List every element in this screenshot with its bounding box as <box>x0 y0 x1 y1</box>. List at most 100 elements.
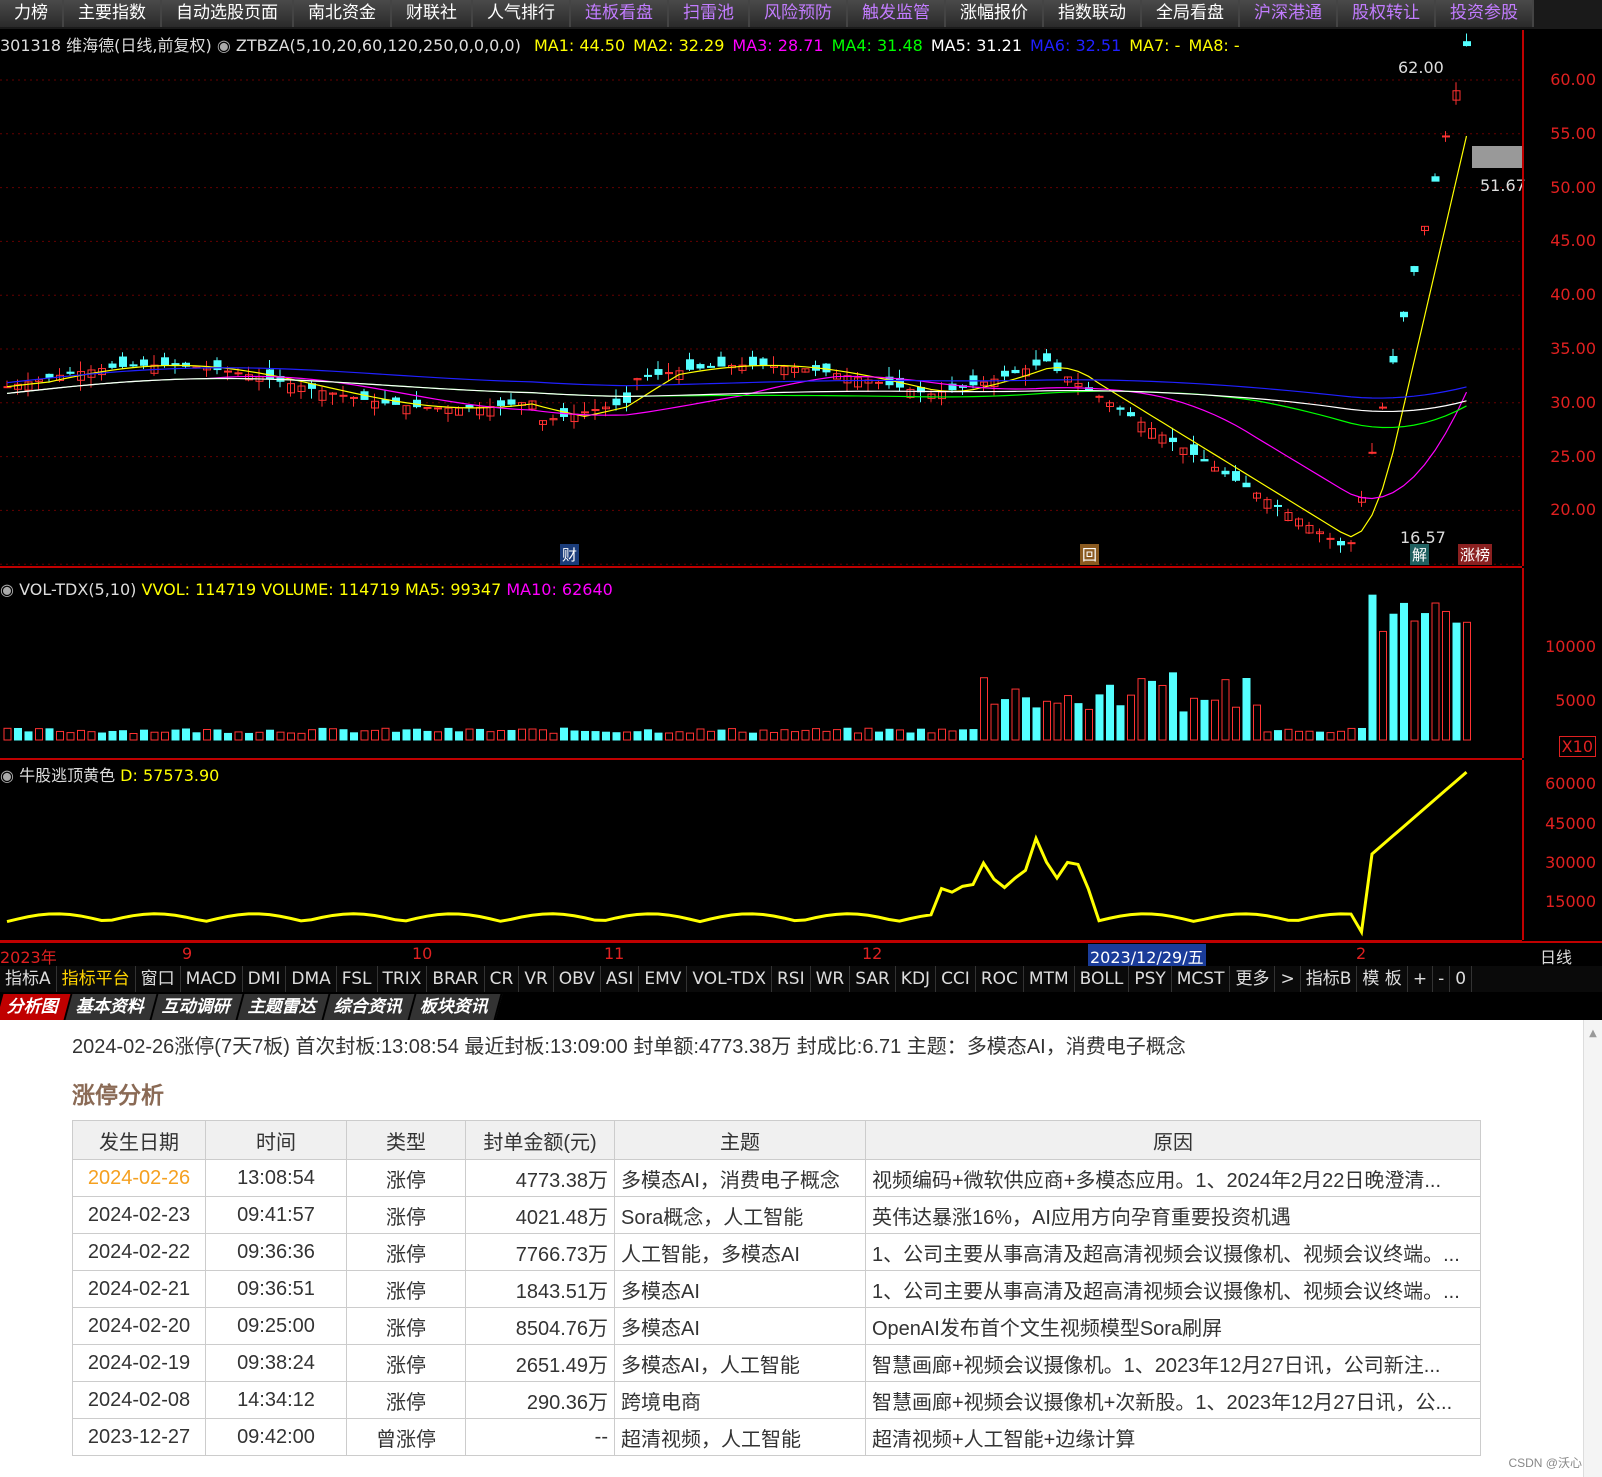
kline-chart[interactable] <box>0 30 1522 566</box>
indicator-tab[interactable]: KDJ <box>896 966 937 992</box>
indicator-tab[interactable]: CCI <box>936 966 976 992</box>
bottom-tab[interactable]: 综合资讯 <box>323 994 417 1020</box>
volume-bar <box>339 729 348 741</box>
indicator-tab[interactable]: VR <box>519 966 554 992</box>
table-row[interactable]: 2024-02-22 09:36:36 涨停 7766.73万 人工智能，多模态AI 1、… <box>72 1233 1481 1271</box>
table-header[interactable]: 封单金额(元) <box>465 1120 615 1160</box>
top-tab[interactable]: 全局看盘 <box>1142 0 1240 27</box>
indicator-tab[interactable]: DMA <box>286 966 337 992</box>
indicator-tab[interactable]: BOLL <box>1075 966 1130 992</box>
table-cell: 13:08:54 <box>205 1159 347 1197</box>
top-tab[interactable]: 风险预防 <box>750 0 848 27</box>
volume-bar <box>1326 732 1335 741</box>
table-row[interactable]: 2024-02-21 09:36:51 涨停 1843.51万 多模态AI 1、公司主要从… <box>72 1270 1481 1308</box>
indicator-tab-bar: 指标A 指标平台 窗口 MACD DMI DMA FSL TRIX BRAR CR VR OBV ASI… <box>0 966 1602 992</box>
table-row[interactable]: 2024-02-20 09:25:00 涨停 8504.76万 多模态AI OpenAI发… <box>72 1307 1481 1345</box>
period-label[interactable]: 日线 <box>1540 944 1572 968</box>
indicator-tab[interactable]: VOL-TDX <box>687 966 772 992</box>
table-header[interactable]: 原因 <box>865 1120 1481 1160</box>
bottom-tab[interactable]: 互动调研 <box>151 994 245 1020</box>
indicator-tab[interactable]: > <box>1275 966 1301 992</box>
limit-up-summary: 2024-02-26涨停(7天7板) 首次封板:13:08:54 最近封板:13… <box>72 1036 1186 1058</box>
indicator-tab[interactable]: 0 <box>1450 966 1473 992</box>
indicator-tab[interactable]: 指标平台 <box>57 966 136 992</box>
candle-body <box>224 370 232 373</box>
date-label: 11 <box>604 944 625 963</box>
top-tab[interactable]: 沪深港通 <box>1240 0 1338 27</box>
date-label: 12 <box>862 944 883 963</box>
indicator-tab[interactable]: + <box>1408 966 1434 992</box>
top-tab[interactable]: 涨幅报价 <box>946 0 1044 27</box>
candle-body <box>1053 362 1062 372</box>
table-header[interactable]: 发生日期 <box>72 1120 206 1160</box>
indicator-tab[interactable]: 更多 <box>1230 966 1276 992</box>
indicator-tab[interactable]: ASI <box>601 966 640 992</box>
top-tab[interactable]: 触发监管 <box>848 0 946 27</box>
indicator-tab[interactable]: OBV <box>554 966 601 992</box>
top-tab[interactable]: 自动选股页面 <box>162 0 294 27</box>
indicator-tab[interactable]: CR <box>485 966 520 992</box>
indicator-tab[interactable]: TRIX <box>378 966 428 992</box>
table-row[interactable]: 2024-02-23 09:41:57 涨停 4021.48万 Sora概念，人工智能英… <box>72 1196 1481 1234</box>
top-tab[interactable]: 扫雷池 <box>669 0 750 27</box>
vol-unit: X10 <box>1558 736 1596 757</box>
indicator-tab[interactable]: RSI <box>772 966 811 992</box>
top-tab[interactable]: 指数联动 <box>1044 0 1142 27</box>
indicator-tab[interactable]: 窗口 <box>136 966 181 992</box>
volume-bar <box>161 731 169 741</box>
indicator-tab[interactable]: FSL <box>337 966 378 992</box>
indicator-tab[interactable]: PSY <box>1129 966 1172 992</box>
table-row[interactable]: 2023-12-27 09:42:00 曾涨停 -- 超清视频，人工智能 超清视频+人工智… <box>72 1418 1481 1456</box>
volume-bar <box>266 729 274 741</box>
table-cell: 09:38:24 <box>205 1344 347 1382</box>
volume-bar <box>1316 731 1324 741</box>
indicator-tab[interactable]: EMV <box>639 966 688 992</box>
top-tab[interactable]: 力榜 <box>0 0 64 27</box>
volume-bar <box>780 729 789 741</box>
indicator-tab[interactable]: - <box>1433 966 1451 992</box>
volume-bar <box>1190 697 1198 741</box>
table-header[interactable]: 时间 <box>205 1120 347 1160</box>
indicator-tab[interactable]: MACD <box>181 966 243 992</box>
indicator-tab[interactable]: 模 板 <box>1357 966 1408 992</box>
table-row[interactable]: 2024-02-08 14:34:12 涨停 290.36万 跨境电商 智慧画廊+视频会议… <box>72 1381 1481 1419</box>
indicator-tab[interactable]: ROC <box>976 966 1024 992</box>
content-scrollbar[interactable]: ▲ <box>1583 1020 1602 1477</box>
bottom-tab[interactable]: 主题雷达 <box>237 994 331 1020</box>
table-header[interactable]: 类型 <box>346 1120 466 1160</box>
scroll-up-icon[interactable]: ▲ <box>1584 1028 1602 1039</box>
indicator-tab[interactable]: WR <box>811 966 851 992</box>
candle-body <box>119 356 127 367</box>
top-tab[interactable]: 财联社 <box>392 0 473 27</box>
top-tab[interactable]: 股权转让 <box>1338 0 1436 27</box>
top-tab[interactable]: 主要指数 <box>64 0 162 27</box>
table-row[interactable]: 2024-02-26 13:08:54 涨停 4773.38万 多模态AI，消费电子概念… <box>72 1159 1481 1197</box>
bottom-tab[interactable]: 基本资料 <box>65 994 159 1020</box>
indicator-tab[interactable]: MCST <box>1172 966 1231 992</box>
volume-chart[interactable] <box>0 568 1522 758</box>
indicator-tab[interactable]: SAR <box>850 966 896 992</box>
candle-body <box>749 356 757 366</box>
volume-bar <box>213 729 222 741</box>
top-tab[interactable]: 人气排行 <box>473 0 571 27</box>
top-tab[interactable]: 南北资金 <box>294 0 392 27</box>
indicator-tab[interactable]: BRAR <box>427 966 485 992</box>
table-cell: -- <box>465 1418 615 1456</box>
indicator-tab[interactable]: MTM <box>1024 966 1075 992</box>
indicator-tab[interactable]: DMI <box>243 966 287 992</box>
volume-bar <box>1463 621 1471 741</box>
table-header[interactable]: 主题 <box>614 1120 866 1160</box>
indicator-tab[interactable]: 指标B <box>1301 966 1358 992</box>
bottom-tab[interactable]: 板块资讯 <box>409 994 503 1020</box>
event-marker-zhangbang[interactable]: 涨榜 <box>1458 544 1493 565</box>
indicator-tab[interactable]: 指标A <box>0 966 57 992</box>
table-row[interactable]: 2024-02-19 09:38:24 涨停 2651.49万 多模态AI，人工智能 智慧… <box>72 1344 1481 1382</box>
indicator-chart[interactable] <box>0 760 1522 940</box>
top-tab[interactable]: 连板看盘 <box>571 0 669 27</box>
top-tab[interactable]: 投资参股 <box>1436 0 1534 27</box>
event-marker-cai[interactable]: 财 <box>560 544 580 565</box>
event-marker-hui[interactable]: 回 <box>1080 544 1100 565</box>
event-marker-jie[interactable]: 解 <box>1410 544 1430 565</box>
bottom-tab[interactable]: 分析图 <box>0 994 73 1020</box>
volume-bar <box>1400 602 1408 741</box>
